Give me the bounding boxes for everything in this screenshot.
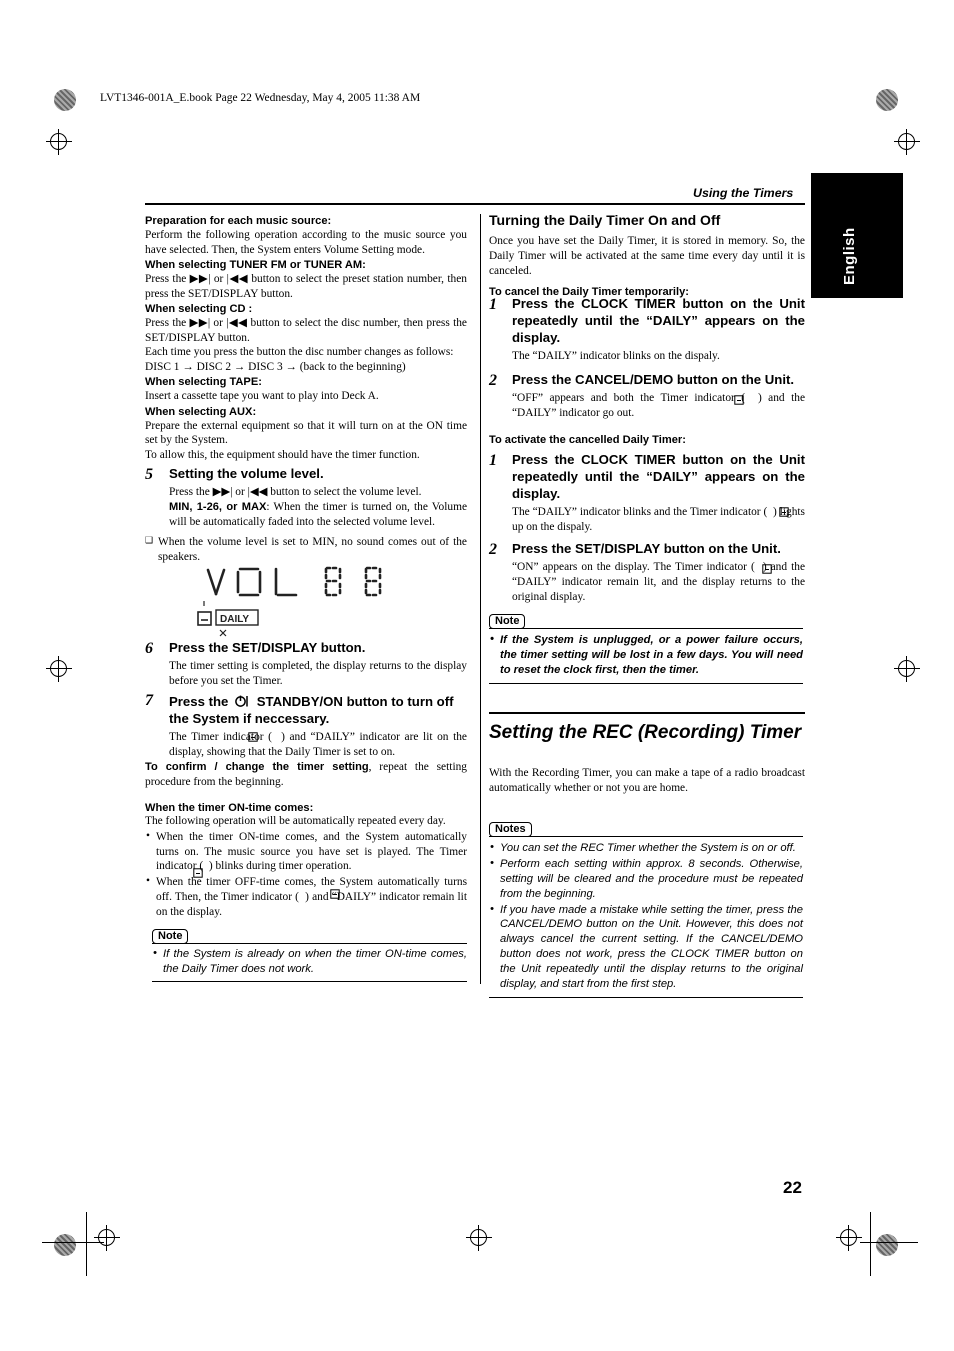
activate-step-2: 2 Press the SET/DISPLAY button on the Un… [489, 541, 805, 604]
step-7: 7 Press the STANDBY/ON button to turn of… [145, 692, 467, 759]
column-divider [480, 214, 481, 984]
language-tab: English [811, 173, 903, 298]
header-rule [145, 203, 805, 205]
step-6-title: Press the SET/DISPLAY button. [169, 640, 366, 655]
registration-mark-right [894, 656, 920, 682]
cancel-step-1-number: 1 [489, 296, 497, 313]
section-title-daily-timer: Turning the Daily Timer On and Off [489, 212, 721, 228]
registration-mark-top-left [46, 129, 72, 155]
cancel-step-2-number: 2 [489, 372, 497, 389]
color-dot-top-right [876, 89, 898, 111]
left-note-text: If the System is already on when the tim… [152, 946, 467, 977]
prep-body: Perform the following operation accordin… [145, 229, 467, 256]
crop-mark-vert-right [870, 1212, 871, 1276]
cancel-step-2-body: “OFF” appears and both the Timer indicat… [512, 391, 805, 419]
on-time-section: When the timer ON-time comes: The follow… [145, 802, 467, 921]
crop-mark-bottom-right [860, 1242, 918, 1243]
registration-mark-left [46, 656, 72, 682]
activate-step-1-number: 1 [489, 452, 497, 469]
tuner-heading: When selecting TUNER FM or TUNER AM: [145, 259, 366, 272]
note-badge: Note [152, 929, 189, 944]
aux-body: Prepare the external equipment so that i… [145, 419, 467, 447]
left-column: Preparation for each music source: Perfo… [145, 214, 467, 462]
step-7-number: 7 [145, 692, 153, 709]
step-7-body: The Timer indicator ( ) and “DAILY” indi… [169, 730, 467, 758]
right-column: Turning the Daily Timer On and Off Once … [489, 212, 805, 298]
confirm-change-bold: To confirm / change the timer setting [145, 761, 369, 773]
cd-body-2: Each time you press the button the disc … [145, 346, 454, 359]
page-number: 22 [783, 1178, 802, 1197]
timer-indicator-icon [734, 392, 744, 410]
step-6-number: 6 [145, 640, 153, 657]
page-canvas: LVT1346-001A_E.book Page 22 Wednesday, M… [0, 0, 954, 1351]
on-time-bullet-1: When the timer ON-time comes, and the Sy… [145, 829, 467, 878]
step-5: 5 Setting the volume level. Press the ▶▶… [145, 466, 467, 529]
tuner-body: Press the ▶▶| or |◀◀ button to select th… [145, 273, 467, 300]
confirm-change-note: To confirm / change the timer setting, r… [145, 760, 467, 790]
activate-step-2-number: 2 [489, 541, 497, 558]
step-6-body: The timer setting is completed, the disp… [169, 659, 467, 687]
registration-mark-bottom-left [94, 1225, 120, 1251]
color-dot-bottom-right [876, 1234, 898, 1256]
svg-text:DAILY: DAILY [220, 614, 249, 625]
aux-body-2: To allow this, the equipment should have… [145, 448, 420, 461]
registration-mark-bottom-right [836, 1225, 862, 1251]
on-time-heading: When the timer ON-time comes: [145, 802, 314, 814]
disc-chain: DISC 1 → DISC 2 → DISC 3 → (back to the … [145, 360, 406, 373]
step-5-number: 5 [145, 466, 153, 483]
rec-note-2: Perform each setting within approx. 8 se… [489, 856, 803, 902]
step-7-title-a: Press the [169, 694, 229, 709]
step-6: 6 Press the SET/DISPLAY button. The time… [145, 640, 467, 689]
notes-badge: Notes [489, 822, 532, 837]
on-time-bullet-2: When the timer OFF-time comes, the Syste… [145, 874, 467, 919]
rec-note-1: You can set the REC Timer whether the Sy… [489, 840, 803, 856]
activate-step-1-body: The “DAILY” indicator blinks and the Tim… [512, 505, 805, 533]
cancel-step-1-title: Press the CLOCK TIMER button on the Unit… [512, 296, 805, 345]
rec-timer-intro: With the Recording Timer, you can make a… [489, 767, 805, 794]
activate-step-1: 1 Press the CLOCK TIMER button on the Un… [489, 452, 805, 534]
rec-notes-block: Notes You can set the REC Timer whether … [489, 818, 803, 998]
tape-heading: When selecting TAPE: [145, 376, 262, 389]
crop-mark-vert-left [86, 1212, 87, 1276]
crop-mark-bottom-left [42, 1242, 104, 1243]
activate-daily-subheading: To activate the cancelled Daily Timer: [489, 434, 686, 446]
activate-step-2-title: Press the SET/DISPLAY button on the Unit… [512, 541, 781, 556]
timer-indicator-icon [779, 506, 789, 522]
rec-note-3: If you have made a mistake while setting… [489, 902, 803, 992]
running-head: Using the Timers [693, 186, 794, 200]
tape-body: Insert a cassette tape you want to play … [145, 390, 379, 403]
cancel-step-1-body: The “DAILY” indicator blinks on the disp… [512, 349, 720, 362]
cd-body: Press the ▶▶| or |◀◀ button to select th… [145, 317, 467, 344]
lcd-svg: DAILY [197, 566, 382, 637]
rec-timer-section: Setting the REC (Recording) Timer With t… [489, 712, 805, 796]
right-note-block: Note If the System is unplugged, or a po… [489, 610, 803, 684]
on-time-body: The following operation will be automati… [145, 815, 446, 827]
section-title-rec-timer: Setting the REC (Recording) Timer [489, 722, 802, 743]
color-dot-top-left [54, 89, 76, 111]
color-dot-bottom-left [54, 1234, 76, 1256]
aux-heading: When selecting AUX: [145, 405, 257, 418]
timer-indicator-icon [762, 561, 772, 579]
right-note-text: If the System is unplugged, or a power f… [489, 632, 803, 678]
prep-heading: Preparation for each music source: [145, 215, 332, 227]
cancel-step-2: 2 Press the CANCEL/DEMO button on the Un… [489, 372, 805, 421]
step-5-body: Press the ▶▶| or |◀◀ button to select th… [169, 485, 422, 498]
activate-step-1-title: Press the CLOCK TIMER button on the Unit… [512, 452, 805, 501]
cancel-step-1: 1 Press the CLOCK TIMER button on the Un… [489, 296, 805, 364]
timer-indicator-icon [248, 732, 258, 747]
ebook-filename-bar: LVT1346-001A_E.book Page 22 Wednesday, M… [100, 92, 421, 104]
timer-indicator-icon [330, 889, 340, 904]
left-note-block: Note If the System is already on when th… [152, 925, 467, 982]
step-5-title: Setting the volume level. [169, 466, 324, 481]
cd-heading: When selecting CD : [145, 303, 253, 316]
registration-mark-bottom-center [466, 1225, 492, 1251]
lcd-display-illustration: DAILY [190, 560, 420, 638]
step-5-volume-range: MIN, 1-26, or MAX [169, 500, 267, 513]
note-badge: Note [489, 614, 526, 629]
cancel-step-2-title: Press the CANCEL/DEMO button on the Unit… [512, 372, 795, 387]
standby-power-icon [235, 694, 250, 713]
registration-mark-top-right [894, 129, 920, 155]
daily-timer-intro: Once you have set the Daily Timer, it is… [489, 235, 805, 277]
